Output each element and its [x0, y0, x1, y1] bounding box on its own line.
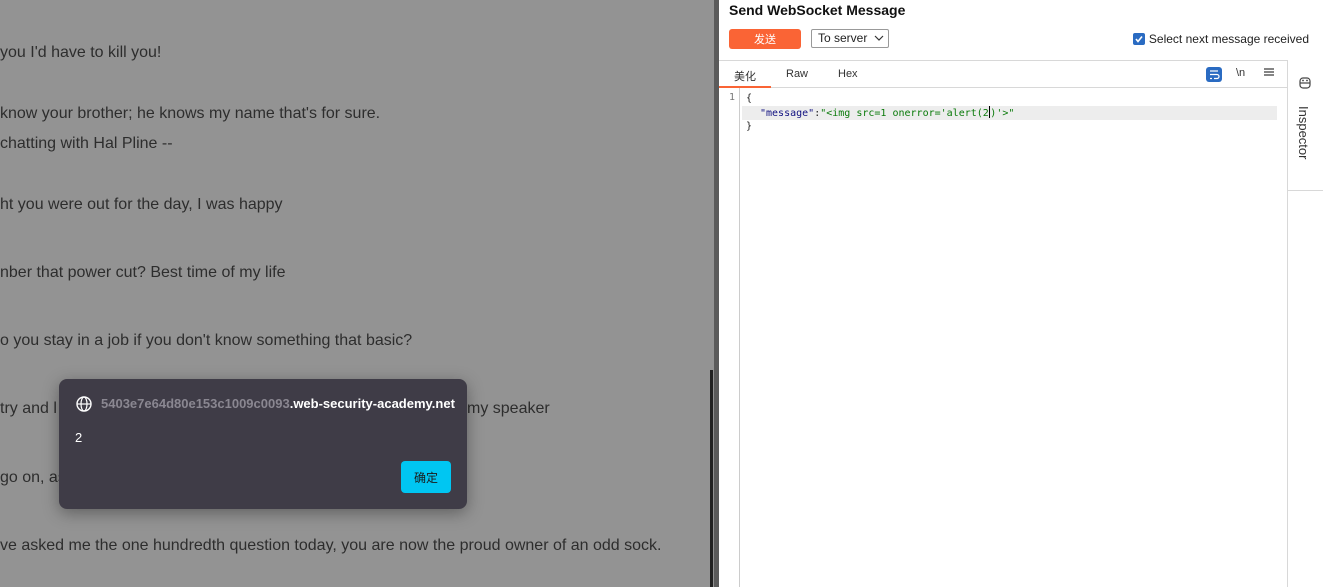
- divider: [1288, 190, 1323, 191]
- globe-icon: [76, 396, 92, 412]
- word-wrap-icon[interactable]: [1206, 67, 1222, 82]
- select-next-checkbox[interactable]: Select next message received: [1132, 32, 1309, 46]
- ok-button[interactable]: 确定: [401, 461, 451, 493]
- inspector-icon: [1299, 77, 1311, 89]
- inspector-sidebar[interactable]: Inspector: [1287, 60, 1323, 587]
- chat-page: you I'd have to kill you! know your brot…: [0, 0, 714, 587]
- alert-message: 2: [75, 430, 83, 445]
- checkbox-checked-icon[interactable]: [1132, 33, 1145, 45]
- editor-tabs: 美化 Raw Hex \n: [719, 60, 1287, 88]
- alert-origin: 5403e7e64d80e153c1009c0093.web-security-…: [101, 396, 455, 411]
- websocket-panel: Send WebSocket Message 发送 To server Sele…: [719, 0, 1323, 587]
- json-value: "<img src=1 onerror='alert(2: [820, 108, 989, 119]
- select-next-label: Select next message received: [1148, 32, 1309, 46]
- inspector-label[interactable]: Inspector: [1296, 106, 1311, 159]
- code-line: "message":"<img src=1 onerror='alert(2)'…: [760, 106, 1014, 120]
- newline-toggle-icon[interactable]: \n: [1236, 67, 1245, 79]
- alert-origin-domain: .web-security-academy.net: [289, 396, 455, 411]
- menu-icon[interactable]: [1263, 66, 1275, 78]
- direction-value: To server: [818, 31, 868, 45]
- scrollbar[interactable]: [710, 370, 713, 587]
- json-value-rest: )'>": [990, 108, 1015, 119]
- chevron-down-icon: [874, 35, 884, 41]
- line-number: 1: [729, 92, 736, 103]
- code-line: {: [746, 93, 753, 104]
- alert-origin-faded: 5403e7e64d80e153c1009c0093: [101, 396, 290, 411]
- code-line: }: [746, 121, 753, 132]
- tab-raw[interactable]: Raw: [786, 68, 808, 80]
- json-key: "message": [760, 108, 815, 119]
- direction-select[interactable]: To server: [811, 29, 889, 48]
- message-editor[interactable]: 1 { "message":"<img src=1 onerror='alert…: [719, 88, 1287, 587]
- send-button[interactable]: 发送: [729, 29, 801, 49]
- line-gutter: 1: [719, 88, 740, 587]
- alert-dialog: 5403e7e64d80e153c1009c0093.web-security-…: [59, 379, 467, 509]
- panel-title: Send WebSocket Message: [729, 2, 906, 18]
- tab-hex[interactable]: Hex: [838, 68, 858, 80]
- tab-pretty[interactable]: 美化: [734, 68, 756, 84]
